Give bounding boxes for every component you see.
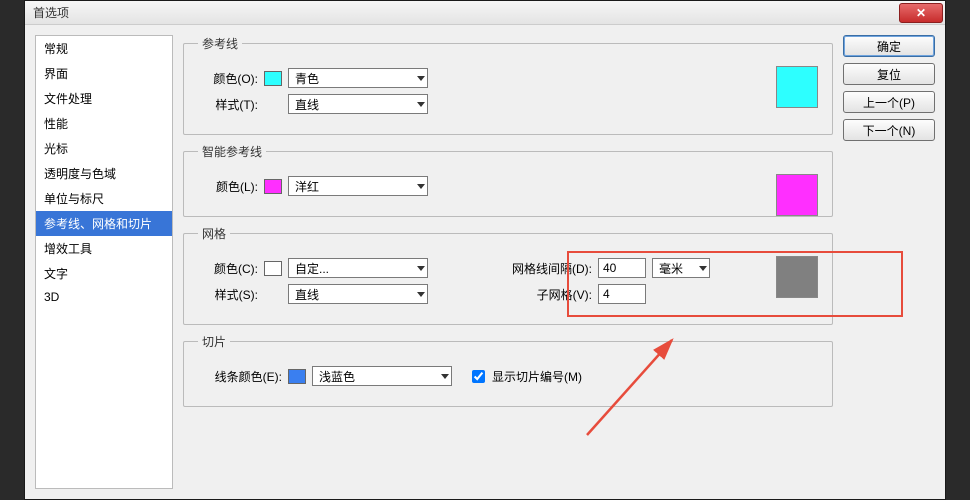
window-title: 首选项	[33, 4, 69, 21]
grid-spacing-input[interactable]: 40	[598, 258, 646, 278]
guides-style-value: 直线	[295, 96, 319, 113]
titlebar: 首选项 ✕	[25, 1, 945, 25]
sidebar-item-cursors[interactable]: 光标	[36, 136, 172, 161]
sidebar-item-units[interactable]: 单位与标尺	[36, 186, 172, 211]
sidebar-item-interface[interactable]: 界面	[36, 61, 172, 86]
grid-subdiv-label: 子网格(V):	[492, 286, 592, 303]
close-icon: ✕	[916, 6, 926, 20]
sidebar-item-general[interactable]: 常规	[36, 36, 172, 61]
guides-style-select[interactable]: 直线	[288, 94, 428, 114]
smart-guides-color-preview[interactable]	[776, 174, 818, 216]
slices-legend: 切片	[198, 333, 230, 350]
grid-color-select[interactable]: 自定...	[288, 258, 428, 278]
smart-guides-color-swatch[interactable]	[264, 179, 282, 194]
grid-color-preview[interactable]	[776, 256, 818, 298]
main-panel: 参考线 颜色(O): 青色 样式(T): 直线	[183, 35, 833, 489]
guides-color-value: 青色	[295, 70, 319, 87]
prev-button[interactable]: 上一个(P)	[843, 91, 935, 113]
guides-color-preview[interactable]	[776, 66, 818, 108]
sidebar-item-guides-grid-slices[interactable]: 参考线、网格和切片	[36, 211, 172, 236]
window-body: 常规 界面 文件处理 性能 光标 透明度与色域 单位与标尺 参考线、网格和切片 …	[25, 25, 945, 499]
grid-spacing-unit-value: 毫米	[659, 260, 683, 277]
slices-show-number-label: 显示切片编号(M)	[492, 368, 582, 385]
guides-legend: 参考线	[198, 35, 242, 52]
slices-color-value: 浅蓝色	[319, 368, 355, 385]
smart-guides-legend: 智能参考线	[198, 143, 266, 160]
sidebar-item-type[interactable]: 文字	[36, 261, 172, 286]
chevron-down-icon	[417, 76, 425, 81]
guides-style-label: 样式(T):	[198, 96, 258, 113]
sidebar-item-filehandling[interactable]: 文件处理	[36, 86, 172, 111]
sidebar-item-transparency[interactable]: 透明度与色域	[36, 161, 172, 186]
slices-show-number-checkbox[interactable]: 显示切片编号(M)	[468, 367, 582, 386]
guides-color-label: 颜色(O):	[198, 70, 258, 87]
grid-color-value: 自定...	[295, 260, 329, 277]
grid-style-label: 样式(S):	[198, 286, 258, 303]
slices-color-swatch[interactable]	[288, 369, 306, 384]
guides-group: 参考线 颜色(O): 青色 样式(T): 直线	[183, 35, 833, 135]
smart-guides-color-value: 洋红	[295, 178, 319, 195]
chevron-down-icon	[417, 266, 425, 271]
slices-group: 切片 线条颜色(E): 浅蓝色 显示切片编号(M)	[183, 333, 833, 407]
grid-legend: 网格	[198, 225, 230, 242]
smart-guides-color-label: 颜色(L):	[198, 178, 258, 195]
smart-guides-color-select[interactable]: 洋红	[288, 176, 428, 196]
reset-button[interactable]: 复位	[843, 63, 935, 85]
guides-color-select[interactable]: 青色	[288, 68, 428, 88]
slices-show-number-input[interactable]	[472, 370, 485, 383]
sidebar-item-3d[interactable]: 3D	[36, 286, 172, 308]
dialog-buttons: 确定 复位 上一个(P) 下一个(N)	[843, 35, 935, 489]
chevron-down-icon	[417, 102, 425, 107]
grid-spacing-label: 网格线间隔(D):	[492, 260, 592, 277]
sidebar-item-performance[interactable]: 性能	[36, 111, 172, 136]
chevron-down-icon	[441, 374, 449, 379]
preferences-window: 首选项 ✕ 常规 界面 文件处理 性能 光标 透明度与色域 单位与标尺 参考线、…	[24, 0, 946, 500]
grid-style-value: 直线	[295, 286, 319, 303]
chevron-down-icon	[417, 184, 425, 189]
next-button[interactable]: 下一个(N)	[843, 119, 935, 141]
grid-style-select[interactable]: 直线	[288, 284, 428, 304]
grid-color-swatch[interactable]	[264, 261, 282, 276]
guides-color-swatch[interactable]	[264, 71, 282, 86]
sidebar-item-plugins[interactable]: 增效工具	[36, 236, 172, 261]
slices-color-label: 线条颜色(E):	[198, 368, 282, 385]
close-button[interactable]: ✕	[899, 3, 943, 23]
chevron-down-icon	[699, 266, 707, 271]
grid-spacing-unit-select[interactable]: 毫米	[652, 258, 710, 278]
grid-color-label: 颜色(C):	[198, 260, 258, 277]
grid-subdiv-input[interactable]: 4	[598, 284, 646, 304]
ok-button[interactable]: 确定	[843, 35, 935, 57]
chevron-down-icon	[417, 292, 425, 297]
slices-color-select[interactable]: 浅蓝色	[312, 366, 452, 386]
smart-guides-group: 智能参考线 颜色(L): 洋红	[183, 143, 833, 217]
category-sidebar: 常规 界面 文件处理 性能 光标 透明度与色域 单位与标尺 参考线、网格和切片 …	[35, 35, 173, 489]
grid-group: 网格 颜色(C): 自定... 网格线间隔(D): 40 毫米	[183, 225, 833, 325]
